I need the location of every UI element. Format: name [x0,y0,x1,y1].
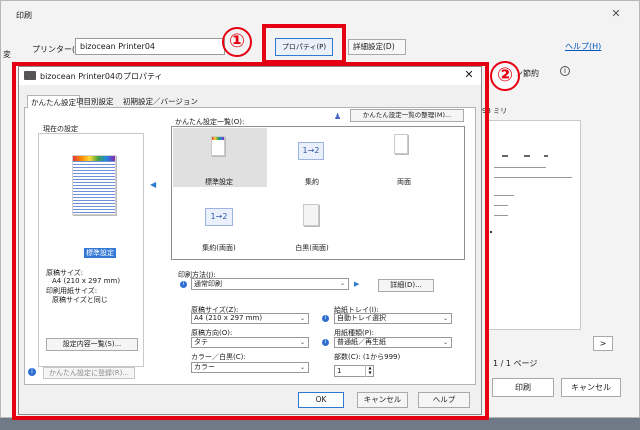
preview-dot [490,231,492,233]
next-page-button[interactable]: > [593,336,613,351]
preview-line [494,177,572,178]
callout-number-2: ② [490,61,520,91]
preview-mark [524,155,530,157]
print-dialog-title: 印刷 [16,11,32,20]
help-link[interactable]: ヘルプ(H) [565,41,601,52]
preview-line [494,167,546,168]
preview-line [494,215,508,216]
preview-line [494,195,514,196]
print-button[interactable]: 印刷 [492,378,554,397]
print-preview-area [485,120,581,330]
print-cancel-button[interactable]: キャンセル [561,378,621,397]
preview-mark [544,155,548,157]
properties-button-callout-box [262,24,346,64]
left-cut-text: 変 [3,50,11,59]
callout-number-1: ① [222,27,252,57]
properties-callout-box [12,62,489,420]
printer-select[interactable]: bizocean Printer04 [75,38,225,55]
preview-line [494,205,508,206]
preview-mark [502,155,508,157]
screenshot-stage: 印刷 ✕ 変 プリンター(N): bizocean Printer04 プロパテ… [0,0,640,430]
info-icon[interactable]: i [560,66,570,76]
print-dialog-close-icon[interactable]: ✕ [608,6,624,22]
advanced-settings-button[interactable]: 詳細設定(D) [348,39,406,55]
page-count: 1 / 1 ページ [493,359,538,368]
